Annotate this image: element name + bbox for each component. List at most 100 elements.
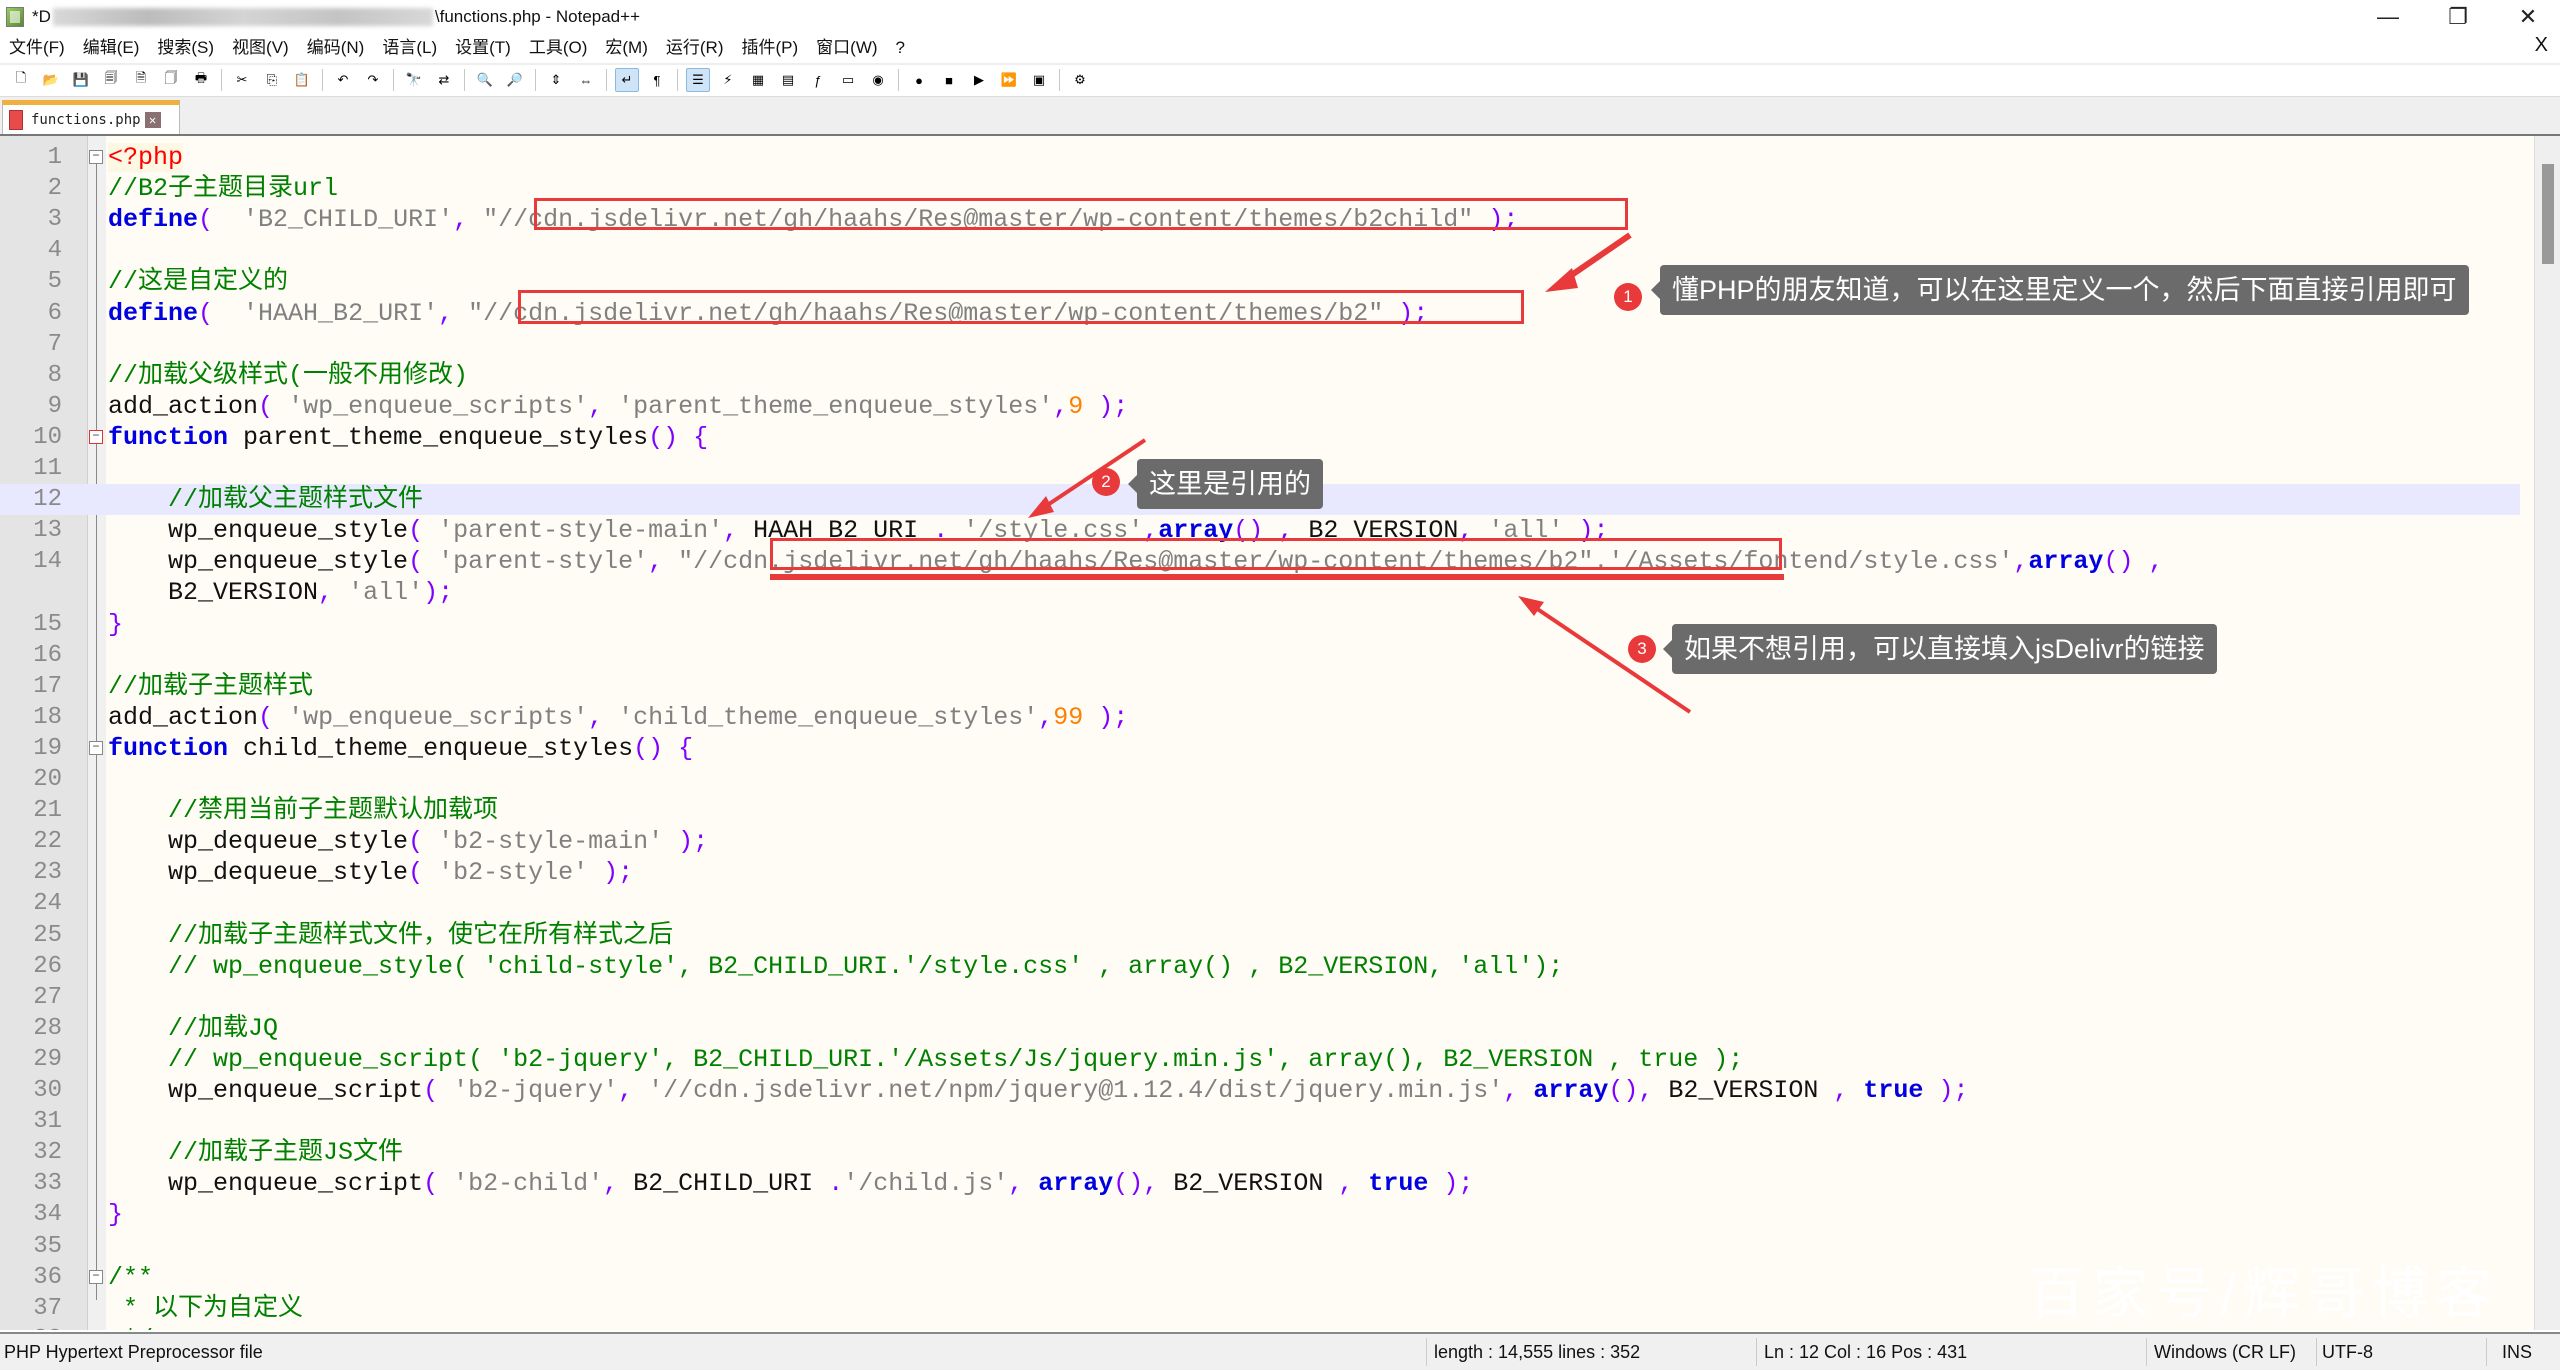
menu-item-4[interactable]: 编码(N) xyxy=(298,34,374,62)
redo-icon[interactable]: ↷ xyxy=(361,68,385,92)
code-line[interactable]: 22 wp_dequeue_style( 'b2-style-main' ); xyxy=(0,826,2520,857)
token: 'parent_theme_enqueue_styles' xyxy=(618,391,1054,421)
menu-item-3[interactable]: 视图(V) xyxy=(223,34,298,62)
code-line[interactable]: 33 wp_enqueue_script( 'b2-child', B2_CHI… xyxy=(0,1168,2520,1199)
close-icon[interactable]: 🗎 xyxy=(129,68,153,92)
code-line[interactable]: 28 //加载JQ xyxy=(0,1013,2520,1044)
code-line[interactable]: 32 //加载子主题JS文件 xyxy=(0,1137,2520,1168)
show-all-chars-icon[interactable]: ¶ xyxy=(645,68,669,92)
copy-icon[interactable]: ⎘ xyxy=(260,68,284,92)
code-text: //加载父级样式(一般不用修改) xyxy=(108,360,468,391)
function-list-icon[interactable]: ƒ xyxy=(806,68,830,92)
save-all-icon[interactable]: 🗐 xyxy=(99,68,123,92)
code-line[interactable]: B2_VERSION, 'all'); xyxy=(0,577,2520,608)
tab-functions-php[interactable]: functions.php ✕ xyxy=(2,100,180,134)
paste-icon[interactable]: 📋 xyxy=(290,68,314,92)
menu-item-10[interactable]: 插件(P) xyxy=(732,34,807,62)
line-number: 23 xyxy=(33,859,62,887)
fold-toggle-icon[interactable]: − xyxy=(89,429,103,444)
code-line[interactable]: 4 xyxy=(0,235,2520,266)
plugin-icon[interactable]: ⚙ xyxy=(1068,68,1092,92)
close-all-icon[interactable]: 🗍 xyxy=(159,68,183,92)
find-icon[interactable]: 🔭 xyxy=(402,68,426,92)
doc-list-icon[interactable]: ▤ xyxy=(776,68,800,92)
vertical-scrollbar[interactable] xyxy=(2534,136,2560,1330)
menu-item-6[interactable]: 设置(T) xyxy=(446,34,520,62)
menu-item-12[interactable]: ? xyxy=(887,34,914,62)
stop-macro-icon[interactable]: ■ xyxy=(937,68,961,92)
code-line[interactable]: 18 add_action( 'wp_enqueue_scripts', 'chi… xyxy=(0,702,2520,733)
restore-icon: ❐ xyxy=(2448,4,2468,29)
token: , xyxy=(1053,391,1069,421)
code-line[interactable]: 20 xyxy=(0,764,2520,795)
zoom-out-icon[interactable]: 🔎 xyxy=(503,68,527,92)
record-macro-icon[interactable]: ● xyxy=(907,68,931,92)
save-macro-icon[interactable]: ▣ xyxy=(1027,68,1051,92)
menu-item-2[interactable]: 搜索(S) xyxy=(148,34,223,62)
status-eol[interactable]: Windows (CR LF) xyxy=(2154,1334,2296,1370)
folder-workspace-icon[interactable]: ▭ xyxy=(836,68,860,92)
menu-item-5[interactable]: 语言(L) xyxy=(373,34,446,62)
code-line[interactable]: 29 // wp_enqueue_script( 'b2-jquery', B2… xyxy=(0,1044,2520,1075)
code-line[interactable]: 17 //加载子主题样式 xyxy=(0,671,2520,702)
restore-button[interactable]: ❐ xyxy=(2426,0,2490,34)
print-icon[interactable]: 🖶 xyxy=(189,68,213,92)
token: B2_VERSION xyxy=(1158,1169,1339,1199)
play-macro-icon[interactable]: ▶ xyxy=(967,68,991,92)
code-line[interactable]: 9 add_action( 'wp_enqueue_scripts', 'pare… xyxy=(0,391,2520,422)
minimize-button[interactable]: — xyxy=(2356,0,2420,34)
open-file-icon[interactable]: 📂 xyxy=(39,68,63,92)
fold-toggle-icon[interactable]: − xyxy=(89,740,103,755)
run-macro-multiple-icon[interactable]: ⏩ xyxy=(997,68,1021,92)
toolbar-separator xyxy=(535,69,536,91)
code-text: //加载子主题样式文件，使它在所有样式之后 xyxy=(108,920,673,951)
status-insert-mode[interactable]: INS xyxy=(2502,1334,2532,1370)
doc-map-icon[interactable]: ▦ xyxy=(746,68,770,92)
tab-close-icon[interactable]: ✕ xyxy=(144,111,161,128)
code-line[interactable]: 19 − function child_theme_enqueue_styles()… xyxy=(0,733,2520,764)
close-window-button[interactable]: ✕ xyxy=(2496,0,2560,34)
fold-toggle-icon[interactable]: − xyxy=(89,150,103,164)
menu-item-8[interactable]: 宏(M) xyxy=(596,34,656,62)
menu-item-11[interactable]: 窗口(W) xyxy=(807,34,886,62)
udl-icon[interactable]: ⚡ xyxy=(716,68,740,92)
code-line[interactable]: 23 wp_dequeue_style( 'b2-style' ); xyxy=(0,857,2520,888)
save-icon[interactable]: 💾 xyxy=(69,68,93,92)
sync-horizontal-icon[interactable]: ⇔ xyxy=(574,68,598,92)
sync-vertical-icon[interactable]: ⇕ xyxy=(544,68,568,92)
code-line[interactable]: 24 xyxy=(0,888,2520,919)
fold-toggle-icon[interactable]: − xyxy=(89,1269,103,1284)
cut-icon[interactable]: ✂ xyxy=(230,68,254,92)
replace-icon[interactable]: ⇄ xyxy=(432,68,456,92)
word-wrap-icon[interactable]: ↵ xyxy=(615,68,639,92)
zoom-in-icon[interactable]: 🔍 xyxy=(473,68,497,92)
code-line[interactable]: 21 //禁用当前子主题默认加载项 xyxy=(0,795,2520,826)
close-document-button[interactable]: X xyxy=(2535,34,2548,57)
menu-item-1[interactable]: 编辑(E) xyxy=(74,34,149,62)
code-line[interactable]: 26 // wp_enqueue_style( 'child-style', B… xyxy=(0,951,2520,982)
token: 'parent-style-main' xyxy=(438,516,724,546)
code-line[interactable]: 31 xyxy=(0,1106,2520,1137)
code-line[interactable]: 27 xyxy=(0,982,2520,1013)
scrollbar-thumb[interactable] xyxy=(2542,164,2554,264)
annotation-badge-3: 3 xyxy=(1628,635,1656,663)
undo-icon[interactable]: ↶ xyxy=(331,68,355,92)
code-line[interactable]: 1 − <?php xyxy=(0,142,2520,173)
code-line[interactable]: 7 xyxy=(0,329,2520,360)
token: wp_enqueue_style xyxy=(108,547,409,577)
code-line[interactable]: 25 //加载子主题样式文件，使它在所有样式之后 xyxy=(0,920,2520,951)
token: // wp_enqueue_style( 'child-style', B2_C… xyxy=(168,951,1564,981)
code-line[interactable]: 30 wp_enqueue_script( 'b2-jquery', '//cd… xyxy=(0,1075,2520,1106)
monitor-icon[interactable]: ◉ xyxy=(866,68,890,92)
status-encoding[interactable]: UTF-8 xyxy=(2322,1334,2373,1370)
menu-item-0[interactable]: 文件(F) xyxy=(0,34,74,62)
code-line[interactable]: 8 //加载父级样式(一般不用修改) xyxy=(0,360,2520,391)
indent-guide-icon[interactable]: ☰ xyxy=(686,68,710,92)
code-line[interactable]: 34} xyxy=(0,1199,2520,1230)
menu-item-9[interactable]: 运行(R) xyxy=(657,34,733,62)
code-line[interactable]: 10 − function parent_theme_enqueue_styles(… xyxy=(0,422,2520,453)
new-file-icon[interactable]: 🗋 xyxy=(9,68,33,92)
menu-item-7[interactable]: 工具(O) xyxy=(520,34,597,62)
